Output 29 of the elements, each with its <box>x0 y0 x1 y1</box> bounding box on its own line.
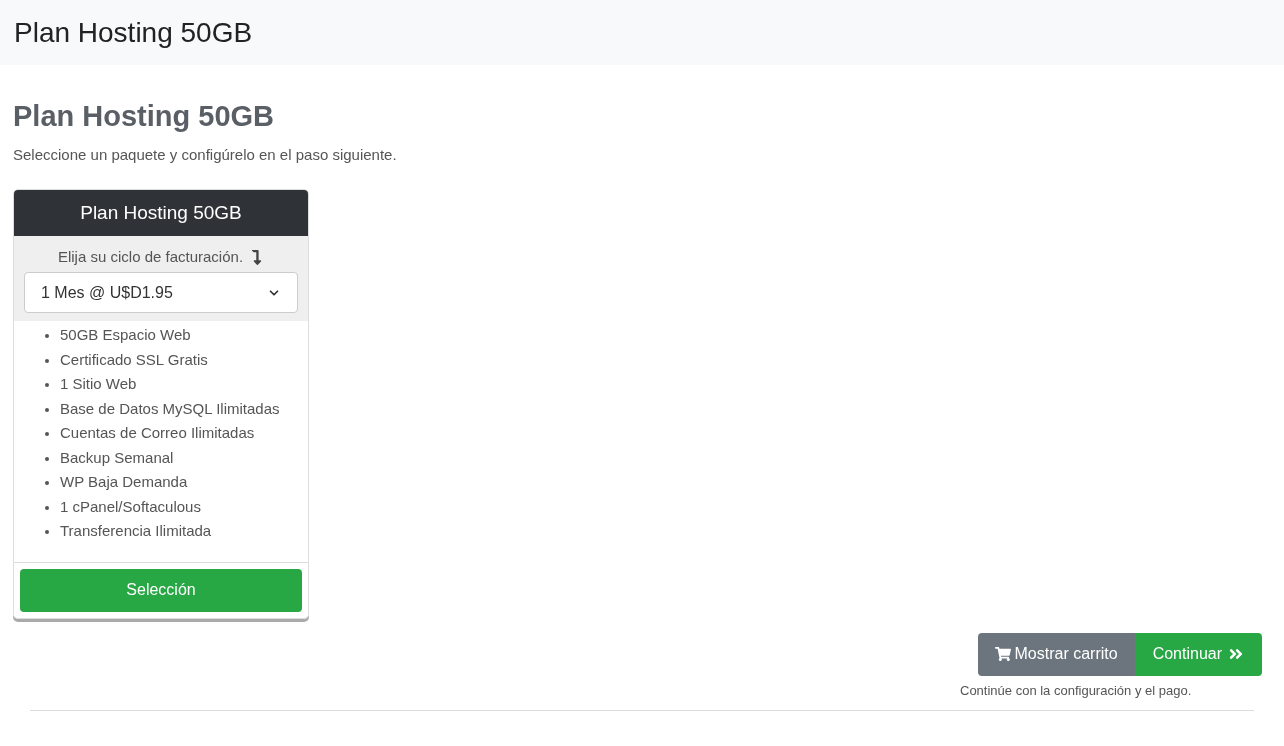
show-cart-button[interactable]: Mostrar carrito <box>977 632 1135 676</box>
bullet-icon <box>45 432 49 437</box>
bullet-icon <box>45 530 49 535</box>
continue-note: Continúe con la configuración y el pago. <box>960 681 1193 700</box>
cart-icon <box>994 646 1011 663</box>
bullet-icon <box>45 407 49 412</box>
bullet-icon <box>45 334 49 339</box>
feature-item: Base de Datos MySQL Ilimitadas <box>60 398 280 419</box>
bullet-icon <box>45 505 49 510</box>
feature-item: 1 cPanel/Softaculous <box>60 496 201 517</box>
bullet-icon <box>45 456 49 461</box>
page-title: Plan Hosting 50GB <box>14 15 253 50</box>
cycle-label: Elija su ciclo de facturación. <box>57 246 244 267</box>
product-title: Plan Hosting 50GB <box>80 200 242 225</box>
feature-item: 50GB Espacio Web <box>60 325 191 346</box>
subtitle: Seleccione un paquete y configúrelo en el paso siguiente. <box>13 145 398 166</box>
bullet-icon <box>45 383 49 388</box>
continue-button[interactable]: Continuar <box>1134 632 1262 676</box>
select-button[interactable]: Selección <box>20 568 302 612</box>
feature-item: Cuentas de Correo Ilimitadas <box>60 423 255 444</box>
feature-item: Transferencia Ilimitada <box>60 521 212 542</box>
feature-item: 1 Sitio Web <box>60 374 137 395</box>
bullet-icon <box>45 481 49 486</box>
feature-item: WP Baja Demanda <box>60 472 188 493</box>
bullet-icon <box>45 358 49 363</box>
feature-item: Backup Semanal <box>60 447 174 468</box>
product-group-heading: Plan Hosting 50GB <box>13 99 276 134</box>
billing-cycle-select[interactable]: 1 Mes @ U$D1.95 <box>24 272 298 314</box>
feature-item: Certificado SSL Gratis <box>60 349 208 370</box>
